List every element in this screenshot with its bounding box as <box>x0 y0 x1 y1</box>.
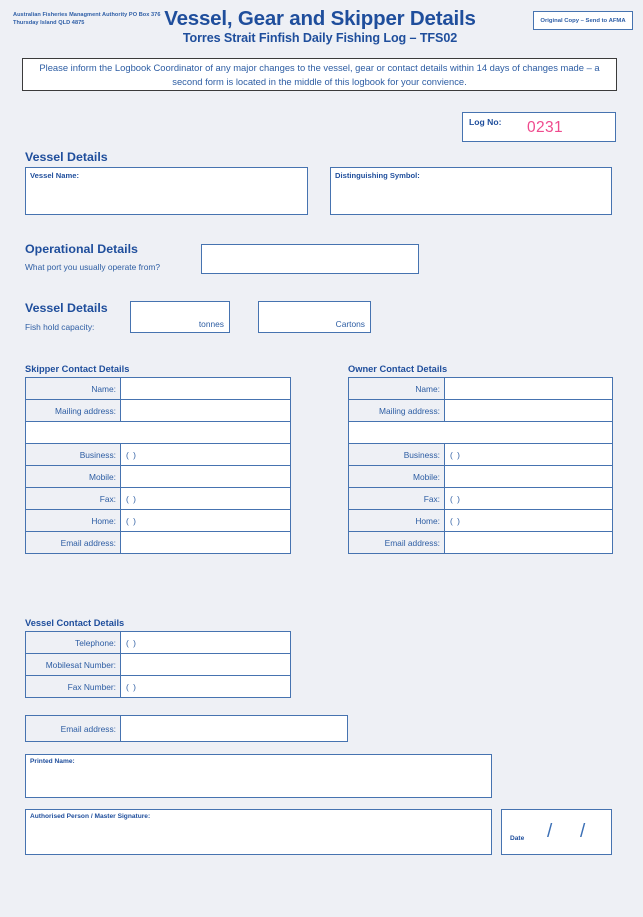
table-row: Telephone: ( ) <box>25 631 291 654</box>
owner-mailing-address-label: Mailing address: <box>348 399 445 422</box>
owner-contact-table: Name: Mailing address: Business: ( ) Mob… <box>348 377 613 554</box>
notice-text: Please inform the Logbook Coordinator of… <box>39 62 600 87</box>
distinguishing-symbol-label: Distinguishing Symbol: <box>335 171 420 180</box>
table-row: Name: <box>348 377 613 400</box>
owner-home-label: Home: <box>348 509 445 532</box>
table-row: Email address: <box>25 531 291 554</box>
fish-hold-capacity-label: Fish hold capacity: <box>25 322 95 332</box>
section-heading-owner-contact: Owner Contact Details <box>348 364 448 374</box>
owner-mobile-value[interactable] <box>444 465 613 488</box>
owner-home-value[interactable]: ( ) <box>444 509 613 532</box>
skipper-name-label: Name: <box>25 377 121 400</box>
owner-mailing-address-line2[interactable] <box>348 421 613 444</box>
table-row: Mailing address: <box>25 399 291 422</box>
date-separator-1: / <box>547 821 553 842</box>
owner-mobile-label: Mobile: <box>348 465 445 488</box>
log-no-label: Log No: <box>469 117 502 127</box>
owner-name-value[interactable] <box>444 377 613 400</box>
log-no-box: Log No: 0231 <box>462 112 616 142</box>
skipper-mailing-address-label: Mailing address: <box>25 399 121 422</box>
tonnes-unit-label: tonnes <box>198 319 224 329</box>
form-page: Australian Fisheries Managment Authority… <box>0 0 643 917</box>
table-row: Mobile: <box>348 465 613 488</box>
vessel-email-value[interactable] <box>120 715 348 742</box>
cartons-unit-label: Cartons <box>335 319 365 329</box>
section-heading-skipper-contact: Skipper Contact Details <box>25 364 130 374</box>
owner-email-value[interactable] <box>444 531 613 554</box>
table-row: Home: ( ) <box>25 509 291 532</box>
table-row: Mailing address: <box>348 399 613 422</box>
table-row: Fax Number: ( ) <box>25 675 291 698</box>
table-row: Business: ( ) <box>348 443 613 466</box>
section-heading-vessel-details: Vessel Details <box>25 150 108 164</box>
skipper-fax-label: Fax: <box>25 487 121 510</box>
skipper-fax-value[interactable]: ( ) <box>120 487 291 510</box>
notice-box: Please inform the Logbook Coordinator of… <box>22 58 617 91</box>
owner-name-label: Name: <box>348 377 445 400</box>
table-row: Email address: <box>25 715 348 742</box>
table-row <box>25 421 291 444</box>
page-title: Vessel, Gear and Skipper Details <box>164 7 476 30</box>
table-row: Mobilesat Number: <box>25 653 291 676</box>
vessel-fax-value[interactable]: ( ) <box>120 675 291 698</box>
skipper-mailing-address-value[interactable] <box>120 399 291 422</box>
vessel-email-row-table: Email address: <box>25 715 348 742</box>
skipper-business-label: Business: <box>25 443 121 466</box>
vessel-name-label: Vessel Name: <box>30 171 79 180</box>
fish-hold-cartons-input[interactable]: Cartons <box>258 301 371 333</box>
table-row: Name: <box>25 377 291 400</box>
skipper-mailing-address-line2[interactable] <box>25 421 291 444</box>
vessel-mobilesat-value[interactable] <box>120 653 291 676</box>
vessel-name-field[interactable]: Vessel Name: <box>25 167 308 215</box>
printed-name-label: Printed Name: <box>30 758 75 765</box>
section-heading-vessel-contact: Vessel Contact Details <box>25 618 125 628</box>
vessel-fax-label: Fax Number: <box>25 675 121 698</box>
table-row: Home: ( ) <box>348 509 613 532</box>
printed-name-field[interactable]: Printed Name: <box>25 754 492 798</box>
skipper-home-label: Home: <box>25 509 121 532</box>
vessel-email-label: Email address: <box>25 715 121 742</box>
section-heading-operational-details: Operational Details <box>25 242 138 256</box>
authorised-signature-label: Authorised Person / Master Signature: <box>30 813 151 820</box>
skipper-name-value[interactable] <box>120 377 291 400</box>
page-subtitle: Torres Strait Finfish Daily Fishing Log … <box>182 31 458 45</box>
owner-fax-value[interactable]: ( ) <box>444 487 613 510</box>
authorised-signature-field[interactable]: Authorised Person / Master Signature: <box>25 809 492 855</box>
vessel-mobilesat-label: Mobilesat Number: <box>25 653 121 676</box>
vessel-contact-table: Telephone: ( ) Mobilesat Number: Fax Num… <box>25 631 291 698</box>
date-field[interactable]: Date / / <box>501 809 612 855</box>
skipper-mobile-label: Mobile: <box>25 465 121 488</box>
section-heading-fish-hold: Vessel Details <box>25 301 108 315</box>
operating-port-question: What port you usually operate from? <box>25 262 160 272</box>
table-row: Email address: <box>348 531 613 554</box>
operating-port-input[interactable] <box>201 244 419 274</box>
fish-hold-tonnes-input[interactable]: tonnes <box>130 301 230 333</box>
owner-business-label: Business: <box>348 443 445 466</box>
table-row <box>348 421 613 444</box>
date-label: Date <box>510 835 525 842</box>
owner-email-label: Email address: <box>348 531 445 554</box>
skipper-email-value[interactable] <box>120 531 291 554</box>
skipper-business-value[interactable]: ( ) <box>120 443 291 466</box>
vessel-telephone-label: Telephone: <box>25 631 121 654</box>
skipper-email-label: Email address: <box>25 531 121 554</box>
table-row: Mobile: <box>25 465 291 488</box>
table-row: Business: ( ) <box>25 443 291 466</box>
log-no-value: 0231 <box>527 119 564 136</box>
skipper-contact-table: Name: Mailing address: Business: ( ) Mob… <box>25 377 291 554</box>
owner-business-value[interactable]: ( ) <box>444 443 613 466</box>
owner-mailing-address-value[interactable] <box>444 399 613 422</box>
distinguishing-symbol-field[interactable]: Distinguishing Symbol: <box>330 167 612 215</box>
skipper-mobile-value[interactable] <box>120 465 291 488</box>
copy-notice-badge: Original Copy – Send to AFMA <box>533 11 633 30</box>
table-row: Fax: ( ) <box>348 487 613 510</box>
table-row: Fax: ( ) <box>25 487 291 510</box>
owner-fax-label: Fax: <box>348 487 445 510</box>
skipper-home-value[interactable]: ( ) <box>120 509 291 532</box>
vessel-telephone-value[interactable]: ( ) <box>120 631 291 654</box>
date-separator-2: / <box>580 821 586 842</box>
